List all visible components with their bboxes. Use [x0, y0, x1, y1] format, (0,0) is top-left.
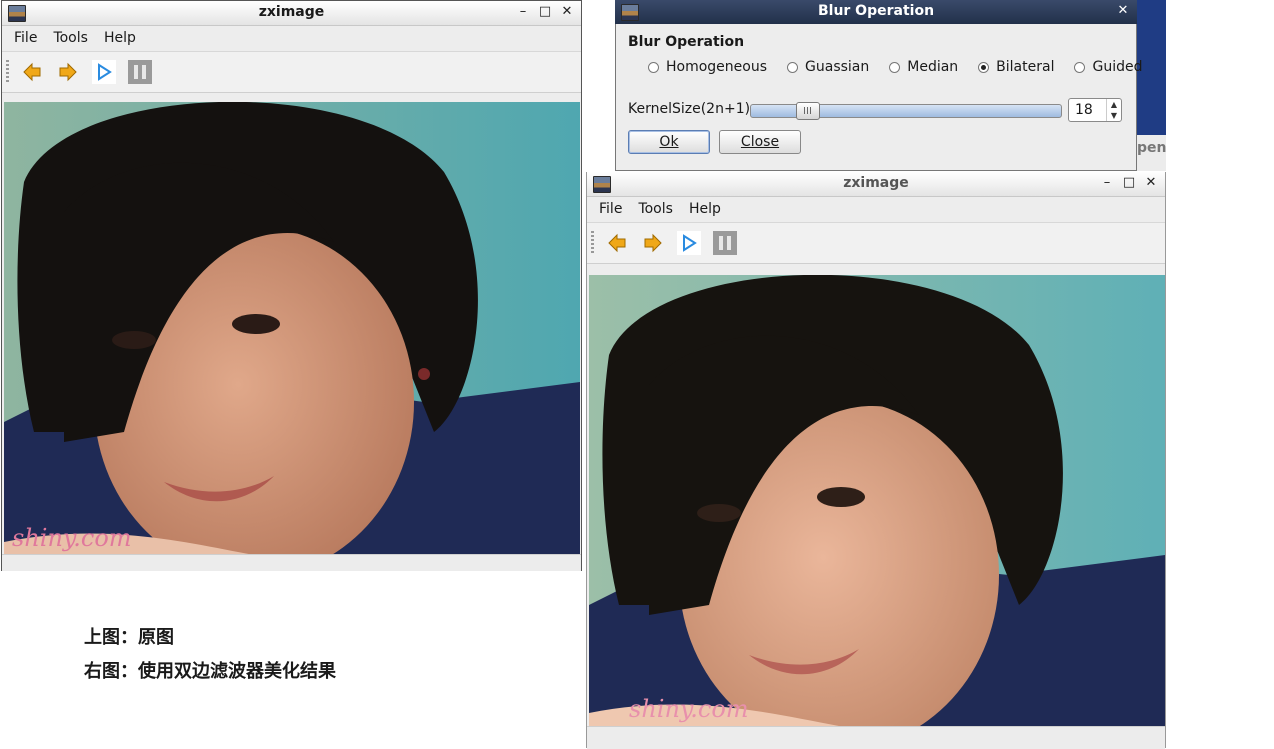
- ok-button[interactable]: Ok: [628, 130, 710, 154]
- play-icon[interactable]: [677, 231, 701, 255]
- background-window-text: pend: [1137, 140, 1166, 156]
- previous-arrow-icon[interactable]: [605, 231, 629, 255]
- menubar: File Tools Help: [2, 26, 581, 50]
- caption-original: 上图：原图: [84, 627, 174, 648]
- titlebar[interactable]: zximage – □ ✕: [2, 1, 581, 26]
- close-icon[interactable]: ✕: [559, 3, 575, 21]
- dialog-body: Blur Operation Homogeneous Guassian Medi…: [615, 24, 1142, 171]
- ok-label: Ok: [659, 134, 679, 150]
- menu-tools[interactable]: Tools: [47, 26, 94, 50]
- radio-button[interactable]: [787, 61, 799, 73]
- slider-handle[interactable]: [796, 102, 820, 120]
- dialog-titlebar[interactable]: Blur Operation ✕: [615, 0, 1137, 25]
- spinbox-value: 18: [1075, 102, 1093, 118]
- window-title: zximage: [843, 175, 909, 191]
- photo-watermark: shiny.com: [12, 524, 132, 552]
- radio-label: Guided: [1092, 59, 1143, 75]
- background-window-panel: pend: [1137, 135, 1166, 171]
- maximize-icon[interactable]: □: [1121, 174, 1137, 192]
- minimize-icon[interactable]: –: [515, 3, 531, 21]
- kernel-size-spinbox[interactable]: 18 ▲ ▼: [1068, 98, 1122, 122]
- menu-help[interactable]: Help: [683, 197, 727, 221]
- menu-file[interactable]: File: [8, 26, 43, 50]
- radio-button-checked[interactable]: [978, 61, 990, 73]
- menubar: File Tools Help: [587, 197, 1165, 221]
- original-image-window: zximage – □ ✕ File Tools Help shiny.com: [1, 0, 582, 571]
- statusbar: [2, 554, 581, 571]
- radio-median[interactable]: Median: [889, 59, 958, 75]
- radio-guided[interactable]: Guided: [1074, 59, 1142, 75]
- pause-icon[interactable]: [128, 60, 152, 84]
- minimize-icon[interactable]: –: [1099, 174, 1115, 192]
- window-title: zximage: [258, 4, 325, 20]
- photo-watermark: shiny.com: [629, 695, 749, 723]
- close-label: Close: [740, 134, 780, 150]
- maximize-icon[interactable]: □: [537, 3, 553, 21]
- original-photo: shiny.com: [4, 102, 580, 555]
- group-title: Blur Operation: [628, 34, 745, 50]
- toolbar-grip[interactable]: [591, 231, 594, 255]
- next-arrow-icon[interactable]: [641, 231, 665, 255]
- radio-guassian[interactable]: Guassian: [787, 59, 869, 75]
- radio-label: Homogeneous: [666, 59, 768, 75]
- toolbar-grip[interactable]: [6, 60, 9, 84]
- caption-result: 右图：使用双边滤波器美化结果: [84, 661, 336, 682]
- next-arrow-icon[interactable]: [56, 60, 80, 84]
- spinbox-arrows-icon[interactable]: ▲ ▼: [1106, 99, 1121, 121]
- radio-label: Bilateral: [996, 59, 1055, 75]
- radio-label: Median: [907, 59, 959, 75]
- radio-button[interactable]: [889, 61, 901, 73]
- kernel-size-slider[interactable]: [750, 102, 1062, 120]
- radio-homogeneous[interactable]: Homogeneous: [648, 59, 767, 75]
- radio-button[interactable]: [1074, 61, 1086, 73]
- menu-help[interactable]: Help: [98, 26, 142, 50]
- radio-button[interactable]: [648, 61, 659, 73]
- menu-tools[interactable]: Tools: [632, 197, 679, 221]
- play-icon[interactable]: [92, 60, 116, 84]
- toolbar: [587, 222, 1165, 264]
- radio-label: Guassian: [805, 59, 870, 75]
- kernel-size-label: KernelSize(2n+1): [628, 101, 751, 117]
- close-icon[interactable]: ✕: [1115, 2, 1131, 20]
- menu-file[interactable]: File: [593, 197, 628, 221]
- toolbar: [2, 51, 581, 93]
- titlebar[interactable]: zximage – □ ✕: [587, 172, 1165, 197]
- previous-arrow-icon[interactable]: [20, 60, 44, 84]
- statusbar: [587, 726, 1165, 749]
- blur-operation-dialog: Blur Operation ✕ Blur Operation Homogene…: [615, 0, 1142, 171]
- filtered-photo: shiny.com: [589, 275, 1165, 726]
- pause-icon[interactable]: [713, 231, 737, 255]
- radio-bilateral[interactable]: Bilateral: [978, 59, 1054, 75]
- dialog-title: Blur Operation: [817, 3, 935, 19]
- close-icon[interactable]: ✕: [1143, 174, 1159, 192]
- result-image-window: zximage – □ ✕ File Tools Help shiny.com: [586, 172, 1166, 749]
- blur-type-options: Homogeneous Guassian Median Bilateral Gu…: [648, 59, 1142, 75]
- close-button[interactable]: Close: [719, 130, 801, 154]
